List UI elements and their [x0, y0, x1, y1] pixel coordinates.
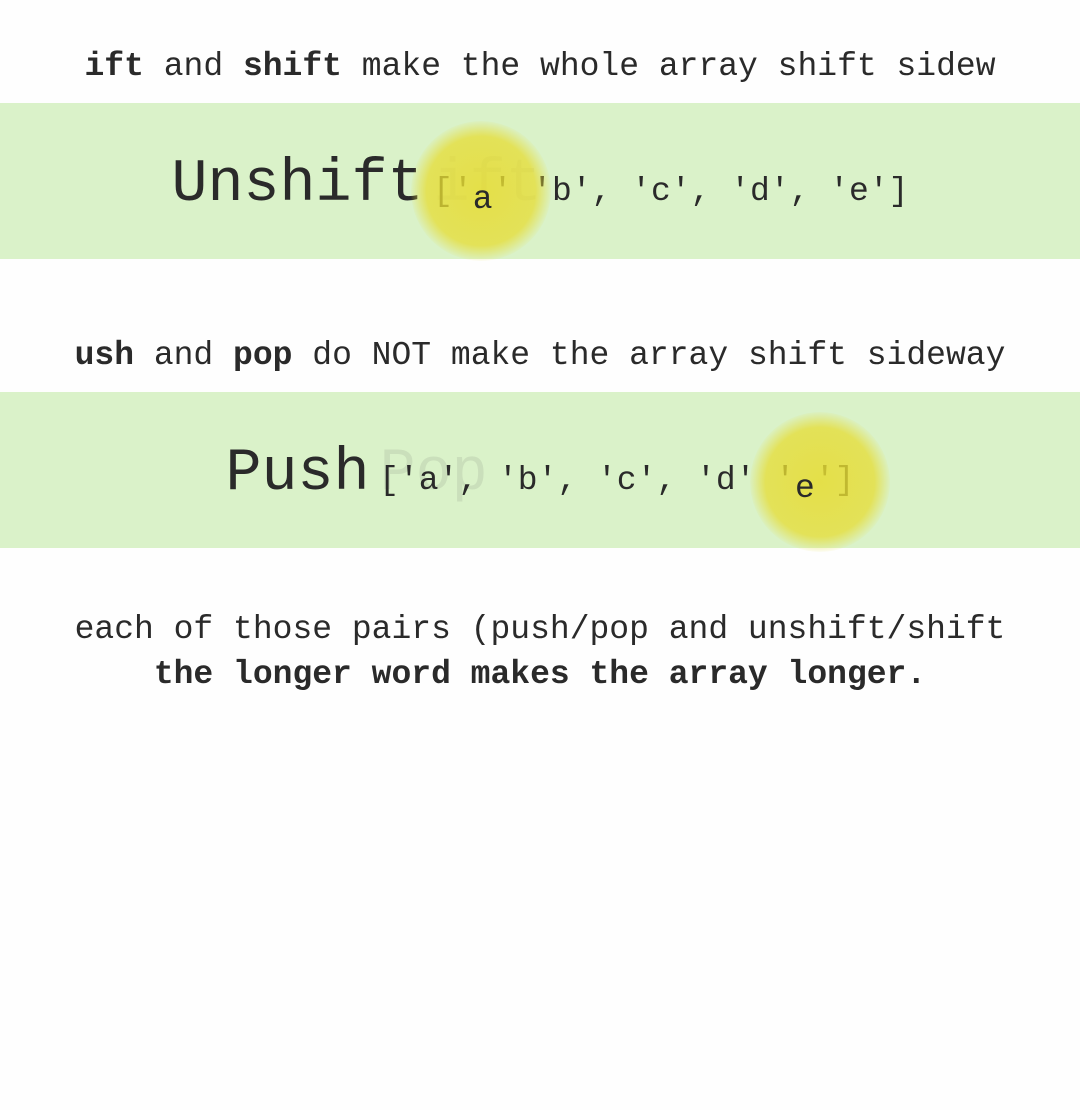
array-unshift: ['a' 'b', 'c', 'd', 'e'] [433, 173, 908, 210]
footer-text: each of those pairs (push/pop and unshif… [0, 608, 1080, 697]
bold-fragment-ush: ush [75, 337, 134, 374]
footer-line-2: the longer word makes the array longer. [30, 653, 1050, 698]
panel-title-push: PushPop [226, 440, 370, 508]
footer-line-1: each of those pairs (push/pop and unshif… [30, 608, 1050, 653]
array-open-1: [' [433, 173, 473, 210]
array-head-2: ['a', 'b', 'c', 'd' ' [379, 462, 795, 499]
array-push: ['a', 'b', 'c', 'd' 'e'] [379, 462, 854, 499]
bold-shift: shift [243, 48, 342, 85]
panel-title-unshift: Unshiftift [172, 151, 424, 219]
title-text-unshift: Unshift [172, 151, 424, 219]
text-tail-2: do NOT make the array shift sideway [292, 337, 1005, 374]
panel-unshift: Unshiftift ['a' 'b', 'c', 'd', 'e'] [0, 103, 1080, 259]
bold-pop: pop [233, 337, 292, 374]
sentence-push-pop: ush and pop do NOT make the array shift … [0, 319, 1080, 392]
array-close-2: '] [815, 462, 855, 499]
text-and-2: and [134, 337, 233, 374]
moved-element-a: a [473, 181, 493, 218]
array-rest-1: ' 'b', 'c', 'd', 'e'] [493, 173, 909, 210]
title-text-push: Push [226, 440, 370, 508]
panel-push: PushPop ['a', 'b', 'c', 'd' 'e'] [0, 392, 1080, 548]
text-tail-1: make the whole array shift sidew [342, 48, 996, 85]
sentence-unshift-shift: ift and shift make the whole array shift… [0, 30, 1080, 103]
text-and-1: and [144, 48, 243, 85]
bold-fragment-ift: ift [85, 48, 144, 85]
moved-element-e: e [795, 470, 815, 507]
